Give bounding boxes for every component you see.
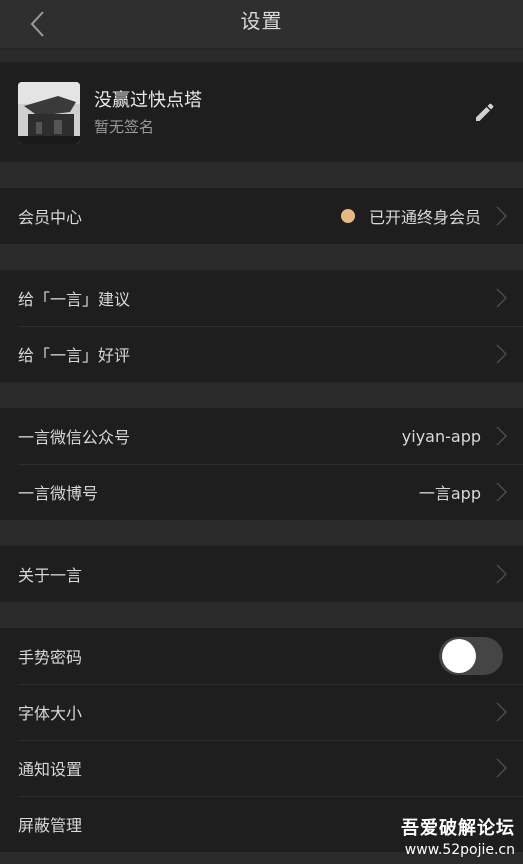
membership-label: 会员中心	[18, 208, 83, 227]
gesture-toggle[interactable]	[439, 637, 503, 675]
about-label: 关于一言	[18, 566, 83, 585]
chevron-right-icon	[496, 482, 508, 502]
font-size-row[interactable]: 字体大小	[0, 684, 523, 740]
review-label: 给「一言」好评	[18, 346, 131, 365]
about-row[interactable]: 关于一言	[0, 546, 523, 602]
page-title: 设置	[240, 9, 283, 33]
chevron-right-icon	[496, 426, 508, 446]
watermark: 吾爱破解论坛 www.52pojie.cn	[401, 814, 515, 858]
suggest-label: 给「一言」建议	[18, 290, 131, 309]
profile-signature: 暂无签名	[94, 118, 155, 136]
weibo-row[interactable]: 一言微博号 一言app	[0, 464, 523, 520]
feedback-section: 给「一言」建议 给「一言」好评	[0, 270, 523, 382]
toggle-knob	[442, 639, 476, 673]
font-size-label: 字体大小	[18, 704, 83, 723]
settings-screen: 设置 没赢过快点塔 暂无签名 会员中心 已开通终身会员 给「一言」建议 给「一言…	[0, 0, 523, 864]
chevron-right-icon	[496, 564, 508, 584]
membership-section: 会员中心 已开通终身会员	[0, 188, 523, 244]
review-row[interactable]: 给「一言」好评	[0, 326, 523, 382]
chevron-right-icon	[496, 206, 508, 226]
navigation-bar: 设置	[0, 0, 523, 49]
pencil-icon	[476, 103, 494, 121]
wechat-label: 一言微信公众号	[18, 428, 131, 447]
wechat-row[interactable]: 一言微信公众号 yiyan-app	[0, 408, 523, 464]
profile-section: 没赢过快点塔 暂无签名	[0, 62, 523, 162]
notification-row[interactable]: 通知设置	[0, 740, 523, 796]
suggest-row[interactable]: 给「一言」建议	[0, 270, 523, 326]
chevron-right-icon	[496, 758, 508, 778]
block-label: 屏蔽管理	[18, 816, 83, 835]
watermark-url: www.52pojie.cn	[404, 842, 515, 858]
weibo-label: 一言微博号	[18, 484, 99, 503]
chevron-right-icon	[496, 288, 508, 308]
profile-name: 没赢过快点塔	[94, 90, 202, 111]
avatar-image	[18, 82, 80, 144]
weibo-value: 一言app	[418, 484, 481, 503]
wechat-value: yiyan-app	[401, 426, 481, 446]
avatar[interactable]	[18, 82, 80, 144]
chevron-right-icon	[496, 702, 508, 722]
gesture-row: 手势密码	[0, 628, 523, 684]
gesture-label: 手势密码	[18, 648, 83, 667]
social-section: 一言微信公众号 yiyan-app 一言微博号 一言app	[0, 408, 523, 520]
edit-profile-button[interactable]	[473, 100, 497, 124]
chevron-right-icon	[496, 344, 508, 364]
membership-row[interactable]: 会员中心 已开通终身会员	[0, 188, 523, 244]
about-section: 关于一言	[0, 546, 523, 602]
notification-label: 通知设置	[18, 760, 83, 779]
profile-row[interactable]: 没赢过快点塔 暂无签名	[0, 62, 523, 162]
membership-status: 已开通终身会员	[368, 208, 481, 227]
watermark-title: 吾爱破解论坛	[401, 818, 515, 839]
membership-status-dot	[341, 209, 355, 223]
